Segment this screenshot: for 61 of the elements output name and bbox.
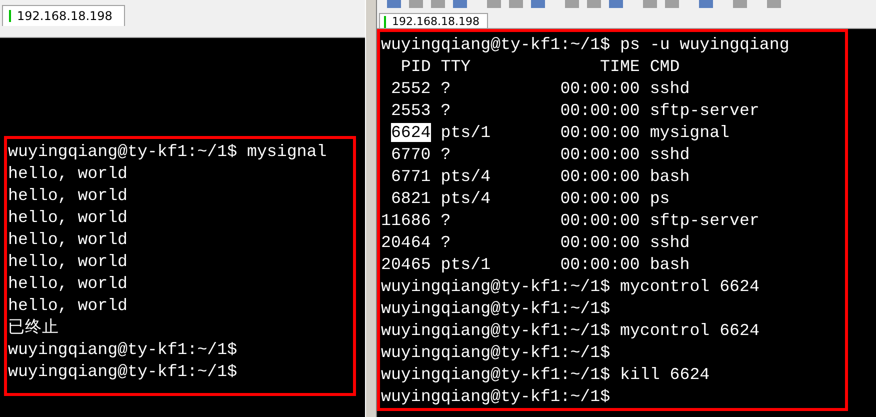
table-cell: sshd xyxy=(650,232,690,254)
table-cell: 00:00:00 xyxy=(560,232,640,254)
table-cell: sftp-server xyxy=(650,100,760,122)
table-cell-text: pts/1 xyxy=(440,254,492,276)
pane-splitter[interactable] xyxy=(365,0,377,417)
terminal-line: wuyingqiang@ty-kf1:~/1$ ps -u wuyingqiang xyxy=(381,34,790,56)
column-header: PID xyxy=(400,56,431,78)
table-cell: bash xyxy=(650,166,690,188)
terminal-line: wuyingqiang@ty-kf1:~/1$ mycontrol 6624 xyxy=(381,276,760,298)
pid-cell: 2553 xyxy=(390,101,431,120)
terminal-line: wuyingqiang@ty-kf1:~/1$ kill 6624 xyxy=(381,364,710,386)
terminal-line: hello, world xyxy=(8,185,128,207)
table-cell-text: pts/4 xyxy=(440,188,492,210)
table-cell-text: pts/4 xyxy=(440,166,492,188)
terminal-line: wuyingqiang@ty-kf1:~/1$ mycontrol 6624 xyxy=(381,320,760,342)
terminal-line: wuyingqiang@ty-kf1:~/1$ xyxy=(381,386,610,408)
column-header: TTY xyxy=(440,56,472,78)
table-cell: 00:00:00 xyxy=(560,254,640,276)
pid-cell: 20464 xyxy=(381,233,431,252)
terminal-line: hello, world xyxy=(8,229,128,251)
session-tab[interactable]: 192.168.18.198 xyxy=(379,13,488,28)
pid-cell: 20465 xyxy=(381,255,431,274)
column-header: TIME xyxy=(599,56,640,78)
terminal-line: hello, world xyxy=(8,207,128,229)
session-tab[interactable]: 192.168.18.198 xyxy=(2,5,126,26)
table-cell-text: ? xyxy=(440,210,452,232)
table-cell-text: ? xyxy=(440,100,452,122)
terminal-line: hello, world xyxy=(8,273,128,295)
terminal-line: wuyingqiang@ty-kf1:~/1$ xyxy=(8,339,238,361)
table-cell: mysignal xyxy=(650,122,730,144)
table-cell: 00:00:00 xyxy=(560,166,640,188)
pid-cell: 6821 xyxy=(390,189,431,208)
pid-cell: 6771 xyxy=(390,167,431,186)
pid-cell: 11686 xyxy=(381,211,431,230)
terminal-line: wuyingqiang@ty-kf1:~/1$ xyxy=(381,298,610,320)
table-cell: 00:00:00 xyxy=(560,100,640,122)
terminal-line: hello, world xyxy=(8,295,128,317)
table-cell-text: pts/1 xyxy=(440,122,492,144)
table-cell: ps xyxy=(650,188,670,210)
terminal-line: wuyingqiang@ty-kf1:~/1$ mysignal xyxy=(8,141,327,163)
table-cell: sshd xyxy=(650,78,690,100)
column-header: CMD xyxy=(650,56,680,78)
table-cell: sshd xyxy=(650,144,690,166)
table-cell-text: ? xyxy=(440,78,452,100)
table-cell: bash xyxy=(650,254,690,276)
table-cell-text: ? xyxy=(440,144,452,166)
terminal-line: wuyingqiang@ty-kf1:~/1$ xyxy=(8,361,238,383)
table-cell: 00:00:00 xyxy=(560,188,640,210)
terminal-line: hello, world xyxy=(8,251,128,273)
table-cell: 00:00:00 xyxy=(560,122,640,144)
pid-cell: 6770 xyxy=(390,145,431,164)
pid-cell: 6624 xyxy=(390,123,431,142)
pid-cell: 2552 xyxy=(390,79,431,98)
table-cell: 00:00:00 xyxy=(560,78,640,100)
terminal-line: 已终止 xyxy=(8,317,59,339)
terminal-line: hello, world xyxy=(8,163,128,185)
table-cell-text: ? xyxy=(440,232,452,254)
table-cell: sftp-server xyxy=(650,210,760,232)
terminal-line: wuyingqiang@ty-kf1:~/1$ xyxy=(381,342,610,364)
table-cell: 00:00:00 xyxy=(560,210,640,232)
table-cell: 00:00:00 xyxy=(560,144,640,166)
